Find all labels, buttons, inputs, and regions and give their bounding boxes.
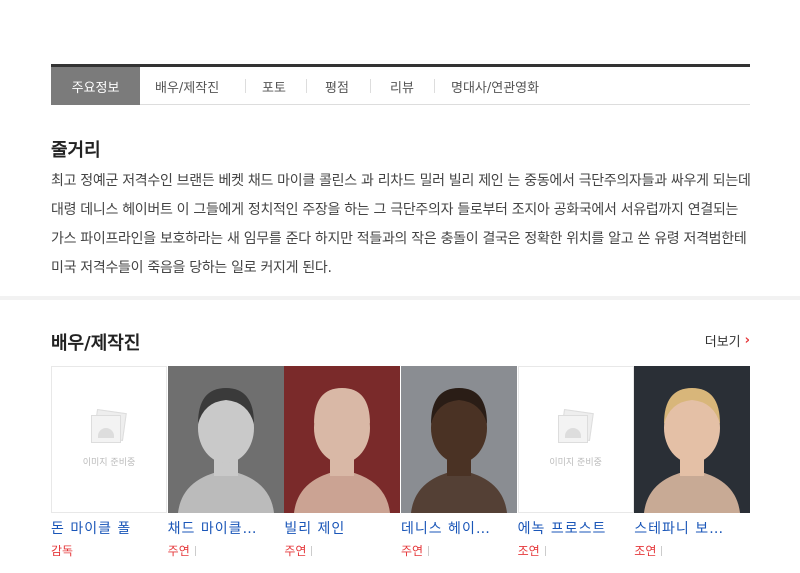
tab-main-info[interactable]: 주요정보 [51,67,140,105]
tab-photos[interactable]: 포토 [246,67,307,105]
info-tabs: 주요정보 배우/제작진 포토 평점 리뷰 명대사/연관영화 [51,64,750,105]
cast-role: 주연 [401,542,518,559]
cast-role: 주연 [284,542,401,559]
more-button[interactable]: 더보기 › [705,331,750,350]
image-placeholder-icon [89,409,129,445]
cast-card[interactable]: 이미지 준비중에녹 프로스트조연 [517,366,635,559]
section-divider [0,296,800,300]
cast-photo[interactable] [400,366,517,513]
cast-role-label: 주연 [167,544,190,558]
cast-role: 조연 [518,542,635,559]
cast-photo-placeholder[interactable]: 이미지 준비중 [51,366,167,513]
role-separator [428,545,430,556]
cast-role: 주연 [168,542,285,559]
tab-reviews[interactable]: 리뷰 [371,67,435,105]
cast-list: 이미지 준비중 돈 마이클 폴 감독 채드 마이클… 주연 빌리 제인 주연 데니스 헤이… 주… [51,366,751,559]
more-label: 더보기 [704,335,741,350]
cast-name[interactable]: 에녹 프로스트 [518,518,635,538]
cast-photo[interactable] [284,366,401,513]
chevron-right-icon: › [744,333,750,348]
cast-card[interactable]: 빌리 제인주연 [284,366,401,559]
role-separator [311,545,313,556]
cast-role-label: 조연 [634,544,657,558]
cast-card[interactable]: 데니스 헤이… 주연 [400,366,518,559]
cast-name[interactable]: 돈 마이클 폴 [51,518,168,538]
cast-name[interactable]: 스테파니 보… [634,518,751,538]
cast-role-label: 주연 [400,544,424,558]
synopsis-text: 최고 정예군 저격수인 브랜든 베켓 채드 마이클 콜린스 과 리차드 밀러 빌… [51,173,751,276]
synopsis-title: 줄거리 [51,140,101,161]
cast-role: 감독 [51,542,168,559]
cast-name[interactable]: 빌리 제인 [284,518,401,538]
cast-section-title: 배우/제작진 [51,333,141,354]
tab-ratings[interactable]: 평점 [307,67,371,105]
tab-cast-crew[interactable]: 배우/제작진 [140,67,246,105]
role-separator [194,545,196,556]
cast-card[interactable]: 스테파니 보… 조연 [634,366,751,559]
cast-role-label: 감독 [51,544,74,558]
tab-quotes-related[interactable]: 명대사/연관영화 [435,67,575,105]
person-portrait [284,366,401,513]
cast-photo[interactable] [167,366,284,513]
placeholder-text: 이미지 준비중 [82,458,136,468]
cast-role-label: 주연 [284,544,307,558]
placeholder-text: 이미지 준비중 [549,458,602,468]
cast-photo-placeholder[interactable]: 이미지 준비중 [517,366,634,513]
cast-role: 조연 [634,542,751,559]
person-portrait [400,366,517,513]
cast-role-label: 조연 [517,544,540,558]
cast-photo[interactable] [634,366,751,513]
role-separator [544,545,546,556]
cast-card[interactable]: 채드 마이클… 주연 [167,366,285,559]
cast-name[interactable]: 채드 마이클… [168,518,285,538]
image-placeholder-icon [556,409,596,445]
cast-card[interactable]: 이미지 준비중돈 마이클 폴감독 [51,366,168,559]
role-separator [661,545,663,556]
person-portrait [167,366,284,513]
person-portrait [634,366,751,513]
cast-name[interactable]: 데니스 헤이… [401,518,518,538]
